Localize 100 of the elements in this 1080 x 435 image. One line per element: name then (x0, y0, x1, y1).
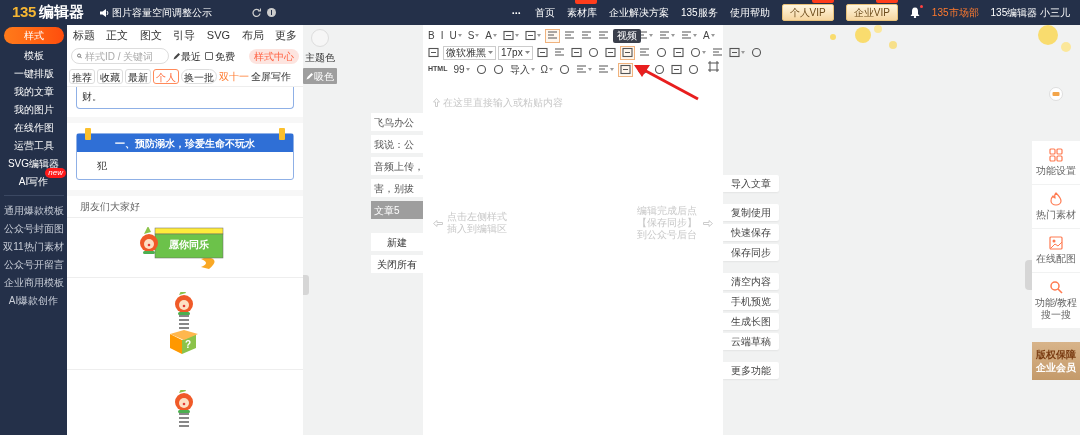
vip-button[interactable]: 个人VIP (781, 4, 834, 21)
toolbar-button[interactable]: Ω (538, 62, 556, 77)
panel-tab[interactable]: 正文 (106, 26, 129, 44)
lines-icon (576, 64, 588, 75)
article-tab[interactable]: 飞鸟办公 (371, 113, 423, 131)
nav-link[interactable]: 首页 (534, 5, 555, 20)
action-button[interactable]: 保存同步 (723, 244, 779, 261)
sidebar-item[interactable]: 企业商用模板 (1, 273, 66, 291)
toolbar-button[interactable]: 99 (451, 62, 472, 77)
action-button[interactable]: 导入文章 (723, 175, 779, 192)
checkbox[interactable] (205, 52, 213, 60)
toolbar-button[interactable] (501, 28, 522, 43)
recent-button[interactable]: 最近 (173, 48, 201, 64)
action-button[interactable]: 清空内容 (723, 273, 779, 290)
notice-link[interactable]: 图片容量空间调整公示 (111, 5, 212, 20)
toolbar-button[interactable] (523, 28, 544, 43)
panel-tab[interactable]: 更多 (274, 26, 297, 44)
toolbar-button[interactable] (618, 62, 634, 77)
panel-tab[interactable]: 引导 (173, 26, 196, 44)
action-button[interactable]: 快速保存 (723, 224, 779, 241)
toolbar-button[interactable]: S (465, 28, 482, 43)
sidebar-item[interactable]: 公众号开留言 (1, 255, 66, 273)
font-select[interactable]: 17px (498, 45, 533, 60)
panel-tab[interactable]: 标题 (73, 26, 95, 44)
panel-tab[interactable]: 图文 (139, 26, 162, 44)
article-tab[interactable]: 害，别拔 (371, 179, 423, 197)
toolbar-button[interactable]: 导入 (507, 62, 537, 77)
shuffle-button[interactable]: 换一批 (181, 69, 217, 84)
toolbar-button[interactable]: U (447, 28, 464, 43)
toolbar-button[interactable] (670, 45, 686, 60)
nav-link[interactable]: 素材库 (566, 5, 597, 20)
nav-link[interactable]: 使用帮助 (729, 5, 770, 20)
logo-text: 编辑器 (38, 2, 84, 23)
filter-tab[interactable]: 最新 (125, 69, 151, 84)
nav-link[interactable]: 企业解决方案 (608, 5, 669, 20)
toolbar-button[interactable]: B (426, 28, 437, 43)
circle-icon (492, 64, 504, 75)
article-tab[interactable]: 我说：公 (371, 135, 423, 153)
circle-icon (587, 47, 599, 58)
collapse-handle[interactable] (1025, 260, 1032, 290)
font-select[interactable]: 微软雅黑 (443, 45, 496, 60)
circle-icon (475, 64, 487, 75)
sidebar-item[interactable]: AI爆款创作 (1, 291, 66, 309)
sidebar-item[interactable]: 在线作图 (3, 118, 64, 136)
action-button[interactable]: 云端草稿 (723, 333, 779, 350)
lines-icon (547, 30, 559, 41)
toolbar-button[interactable] (669, 62, 685, 77)
toolbar-button[interactable] (426, 45, 441, 60)
sidebar-item[interactable]: 公众号封面图 (1, 219, 66, 237)
toolbar-button[interactable] (602, 45, 618, 60)
action-button[interactable]: 复制使用 (723, 204, 779, 221)
toolbar-button[interactable]: A (483, 28, 500, 43)
square-icon (620, 64, 632, 75)
toolbar-button[interactable]: A (701, 28, 717, 43)
style-text: 朋友们大家好 (80, 200, 140, 214)
refresh-icon (251, 8, 261, 17)
side-tool-button[interactable]: 功能/教程 搜一搜 (1032, 273, 1080, 328)
toolbar-button[interactable] (534, 45, 550, 60)
team-link[interactable]: 135市场部 (931, 5, 979, 20)
filter-tab[interactable]: 收藏 (97, 69, 123, 84)
square-icon (728, 47, 740, 58)
circle-icon (655, 47, 667, 58)
sidebar-item[interactable]: 我的图片 (3, 100, 64, 118)
toolbar-button[interactable]: I (438, 28, 446, 43)
new-badge: new (45, 168, 66, 178)
article-action-button[interactable]: 关闭所有 (371, 255, 423, 273)
sidebar-item[interactable]: 模板 (3, 46, 64, 64)
article-tab[interactable]: 音频上传， (371, 157, 423, 175)
action-button[interactable]: 手机预览 (723, 293, 779, 310)
grid-icon (1049, 148, 1063, 162)
panel-tab[interactable]: 布局 (241, 26, 264, 44)
membership-button[interactable]: 版权保障 企业会员 (1032, 342, 1080, 380)
collapse-handle[interactable] (303, 275, 309, 295)
side-tool-button[interactable]: 热门素材 (1032, 185, 1080, 228)
article-action-button[interactable]: 新建 (371, 233, 423, 251)
speaker-icon (99, 8, 109, 17)
action-button[interactable]: 生成长图 (723, 313, 779, 330)
more-menu[interactable]: ... (511, 2, 521, 19)
lines-icon (581, 30, 593, 41)
toolbar-button[interactable] (568, 45, 584, 60)
panel-tab[interactable]: SVG (206, 26, 231, 44)
color-swatch[interactable] (311, 29, 329, 47)
sidebar-item[interactable]: 一键排版 (3, 64, 64, 82)
banner-text: 愿你同乐 (169, 237, 209, 252)
action-button[interactable]: 更多功能 (723, 362, 779, 379)
side-tool-button[interactable]: 在线配图 (1032, 229, 1080, 272)
nav-link[interactable]: 135服务 (680, 5, 718, 20)
sidebar-item[interactable]: 运营工具 (3, 136, 64, 154)
toolbar-button[interactable] (726, 45, 747, 60)
sidebar-item[interactable]: 我的文章 (3, 82, 64, 100)
image-icon (1049, 236, 1063, 250)
fullscreen-link[interactable]: 全屏写作 (251, 69, 291, 84)
lines-icon (564, 30, 576, 41)
search-icon (77, 52, 82, 60)
side-tool-button[interactable]: 功能设置 (1032, 141, 1080, 184)
vip-button[interactable]: 企业VIP (845, 4, 898, 21)
user-name[interactable]: 135编辑器 小三儿 (990, 5, 1070, 20)
filter-tab[interactable]: 推荐 (69, 69, 95, 84)
sidebar-item[interactable]: 双11热门素材 (1, 237, 66, 255)
sidebar-item[interactable]: 通用爆款模板 (1, 201, 66, 219)
